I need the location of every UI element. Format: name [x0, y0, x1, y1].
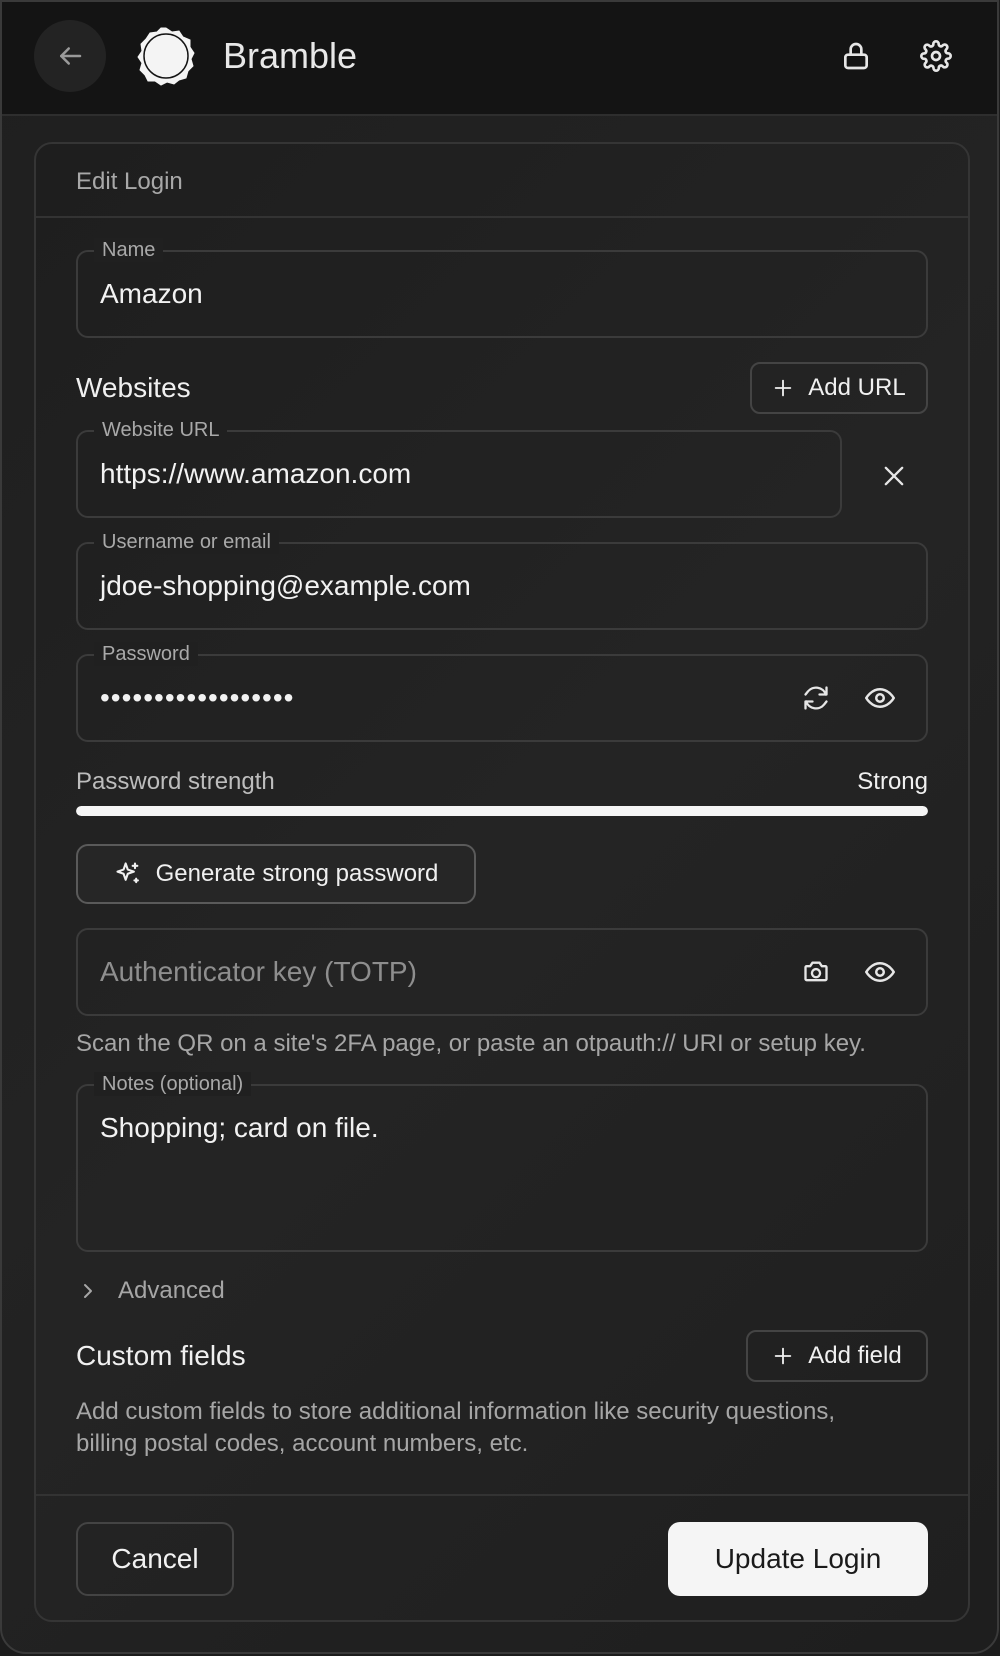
settings-button[interactable]	[914, 34, 958, 78]
app-title: Bramble	[223, 35, 358, 76]
name-input[interactable]: Name Amazon	[76, 238, 928, 338]
websites-label: Websites	[76, 372, 191, 403]
password-input[interactable]: Password ••••••••••••••••••	[76, 642, 928, 742]
add-field-label: Add field	[808, 1342, 902, 1369]
password-strength-label: Password strength	[76, 768, 275, 795]
notes-label: Notes (optional)	[94, 1072, 252, 1096]
lock-button[interactable]	[834, 34, 878, 78]
totp-placeholder: Authenticator key (TOTP)	[100, 956, 417, 987]
chevron-right-icon	[84, 1284, 92, 1298]
plus-icon	[775, 1347, 792, 1365]
website-url-label: Website URL	[94, 418, 228, 442]
footer-divider	[36, 1494, 968, 1496]
password-strength-fill	[76, 806, 928, 816]
show-totp-button[interactable]	[860, 952, 900, 992]
add-url-button[interactable]: Add URL	[750, 362, 928, 414]
notes-textarea[interactable]: Notes (optional) Shopping; card on file.	[76, 1072, 928, 1252]
sparkles-icon	[116, 862, 139, 884]
password-value: ••••••••••••••••••	[100, 682, 295, 713]
scan-qr-button[interactable]	[796, 952, 836, 992]
plus-icon	[775, 379, 792, 397]
totp-help: Scan the QR on a site's 2FA page, or pas…	[76, 1030, 866, 1057]
totp-input[interactable]: Authenticator key (TOTP)	[76, 928, 928, 1016]
website-url-input[interactable]: Website URL https://www.amazon.com	[76, 418, 842, 518]
remove-url-button[interactable]	[874, 456, 914, 496]
app-header: Bramble	[2, 2, 997, 116]
generate-password-button[interactable]: Generate strong password	[76, 844, 476, 904]
website-url-value: https://www.amazon.com	[100, 458, 412, 489]
arrow-left-icon	[60, 47, 82, 65]
password-strength-bar	[76, 806, 928, 816]
bramble-logo	[137, 27, 195, 86]
username-label: Username or email	[94, 530, 279, 554]
password-label: Password	[94, 642, 198, 666]
username-value: jdoe-shopping@example.com	[100, 570, 471, 601]
eye-icon	[865, 688, 895, 708]
card-title: Edit Login	[76, 168, 183, 195]
gear-icon	[920, 40, 952, 72]
username-input[interactable]: Username or email jdoe-shopping@example.…	[76, 530, 928, 630]
eye-icon	[865, 962, 895, 982]
name-value: Amazon	[100, 278, 203, 309]
password-strength-value: Strong	[857, 768, 928, 795]
close-icon	[884, 466, 904, 486]
refresh-icon	[804, 686, 828, 710]
name-label: Name	[94, 238, 164, 262]
update-login-button[interactable]: Update Login	[668, 1522, 928, 1596]
camera-icon	[804, 961, 828, 982]
app-window: Bramble Edit Login Name Amazon Websites …	[0, 0, 999, 1654]
back-button[interactable]	[34, 20, 106, 92]
add-url-label: Add URL	[808, 374, 906, 401]
show-password-button[interactable]	[860, 678, 900, 718]
cancel-button[interactable]: Cancel	[76, 1522, 234, 1596]
lock-icon	[844, 42, 868, 70]
custom-fields-label: Custom fields	[76, 1340, 246, 1371]
add-field-button[interactable]: Add field	[746, 1330, 928, 1382]
edit-login-card: Edit Login Name Amazon Websites Add URL …	[34, 142, 970, 1622]
regenerate-password-button[interactable]	[796, 678, 836, 718]
advanced-label: Advanced	[118, 1277, 225, 1304]
card-header: Edit Login	[36, 144, 968, 218]
custom-fields-help: Add custom fields to store additional in…	[76, 1398, 836, 1457]
notes-value: Shopping; card on file.	[100, 1112, 379, 1143]
generate-password-label: Generate strong password	[155, 860, 439, 887]
advanced-toggle[interactable]: Advanced	[76, 1274, 225, 1308]
